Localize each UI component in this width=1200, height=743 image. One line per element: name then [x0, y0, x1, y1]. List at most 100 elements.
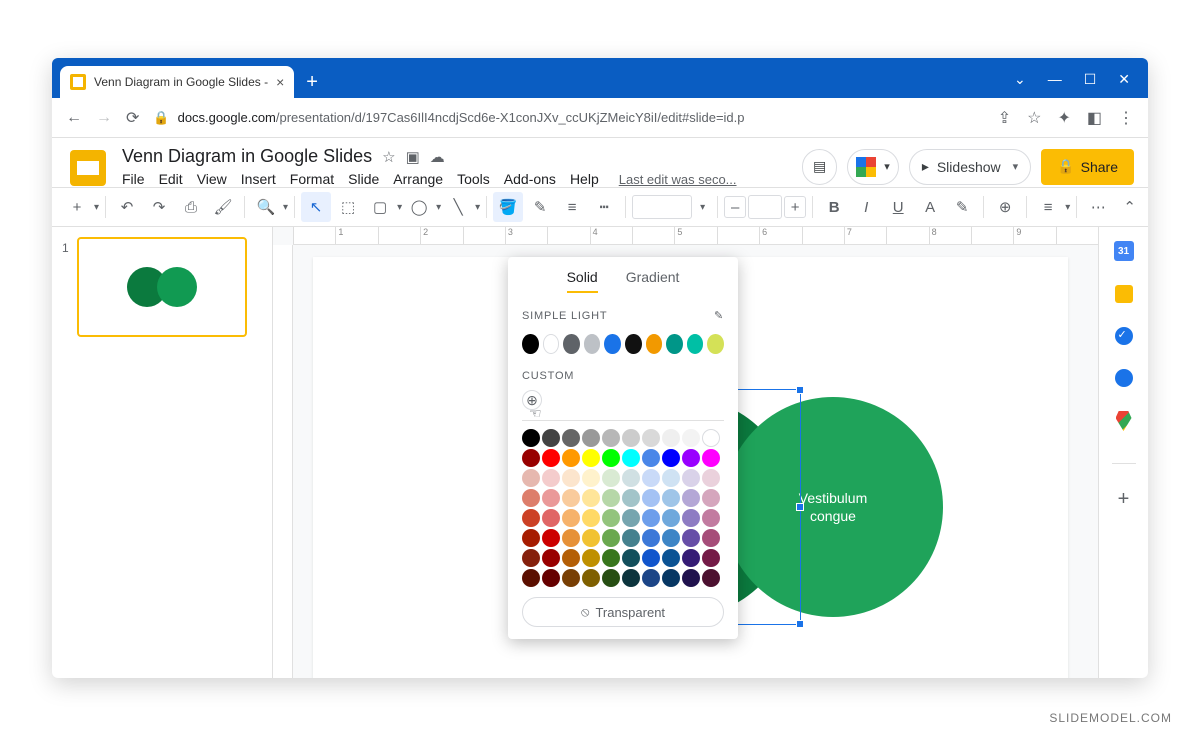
color-swatch[interactable] [562, 549, 580, 567]
color-swatch[interactable] [702, 529, 720, 547]
color-swatch[interactable] [542, 469, 560, 487]
new-tab-button[interactable]: + [306, 71, 318, 94]
theme-swatch[interactable] [584, 334, 601, 354]
color-swatch[interactable] [702, 489, 720, 507]
add-addon-button[interactable]: + [1118, 488, 1130, 511]
color-swatch[interactable] [622, 509, 640, 527]
add-custom-color-button[interactable]: ⊕ ☜ [522, 390, 542, 410]
color-swatch[interactable] [642, 429, 660, 447]
color-swatch[interactable] [522, 569, 540, 587]
share-button[interactable]: 🔒 Share [1041, 149, 1134, 185]
color-swatch[interactable] [642, 569, 660, 587]
color-swatch[interactable] [602, 509, 620, 527]
menu-arrange[interactable]: Arrange [393, 171, 443, 187]
color-swatch[interactable] [702, 429, 720, 447]
color-swatch[interactable] [642, 529, 660, 547]
theme-swatch[interactable] [687, 334, 704, 354]
transparent-button[interactable]: ⦸ Transparent [522, 597, 724, 627]
theme-swatch[interactable] [543, 334, 560, 354]
color-swatch[interactable] [582, 529, 600, 547]
color-swatch[interactable] [542, 489, 560, 507]
color-swatch[interactable] [522, 469, 540, 487]
color-swatch[interactable] [702, 469, 720, 487]
doc-title[interactable]: Venn Diagram in Google Slides [122, 146, 372, 167]
color-swatch[interactable] [522, 429, 540, 447]
line-tool[interactable]: ╲ [443, 192, 473, 222]
theme-swatch[interactable] [563, 334, 580, 354]
star-icon[interactable]: ☆ [382, 148, 395, 166]
edit-theme-icon[interactable]: ✎ [714, 309, 724, 322]
color-swatch[interactable] [662, 429, 680, 447]
border-color-button[interactable]: ✎ [525, 192, 555, 222]
select-tool[interactable]: ↖ [301, 192, 331, 222]
menu-slide[interactable]: Slide [348, 171, 379, 187]
venn-circle-right[interactable]: Vestibulum congue [723, 397, 943, 617]
more-button[interactable]: ⋯ [1083, 192, 1113, 222]
keep-icon[interactable] [1115, 285, 1133, 303]
new-slide-button[interactable]: + [62, 192, 92, 222]
color-swatch[interactable] [622, 489, 640, 507]
textbox-tool[interactable]: ⬚ [333, 192, 363, 222]
color-swatch[interactable] [662, 569, 680, 587]
theme-swatch[interactable] [646, 334, 663, 354]
move-icon[interactable]: ▣ [406, 148, 420, 166]
account-icon[interactable]: ◧ [1087, 108, 1102, 128]
filmstrip[interactable]: 1 [52, 227, 272, 678]
color-swatch[interactable] [682, 429, 700, 447]
color-swatch[interactable] [662, 509, 680, 527]
font-size-input[interactable] [748, 195, 782, 219]
bold-button[interactable]: B [819, 192, 849, 222]
color-swatch[interactable] [662, 449, 680, 467]
color-swatch[interactable] [682, 469, 700, 487]
insert-link-button[interactable]: ⊕ [990, 192, 1020, 222]
color-swatch[interactable] [622, 429, 640, 447]
color-swatch[interactable] [662, 549, 680, 567]
color-swatch[interactable] [582, 549, 600, 567]
bookmark-icon[interactable]: ☆ [1027, 108, 1041, 128]
menu-view[interactable]: View [197, 171, 227, 187]
close-tab-icon[interactable]: × [276, 74, 284, 90]
color-swatch[interactable] [602, 549, 620, 567]
align-button[interactable]: ≡ [1033, 192, 1063, 222]
menu-icon[interactable]: ⋮ [1118, 108, 1134, 128]
collapse-toolbar-icon[interactable]: ⌃ [1123, 198, 1136, 216]
fill-color-button[interactable]: 🪣 [493, 192, 523, 222]
color-swatch[interactable] [602, 489, 620, 507]
color-swatch[interactable] [622, 569, 640, 587]
color-swatch[interactable] [562, 469, 580, 487]
last-edit-label[interactable]: Last edit was seco... [619, 172, 737, 187]
color-swatch[interactable] [522, 549, 540, 567]
color-swatch[interactable] [642, 469, 660, 487]
menu-format[interactable]: Format [290, 171, 334, 187]
color-swatch[interactable] [542, 529, 560, 547]
slide-thumbnail[interactable] [77, 237, 247, 337]
color-swatch[interactable] [582, 469, 600, 487]
color-swatch[interactable] [622, 549, 640, 567]
highlight-button[interactable]: ✎ [947, 192, 977, 222]
color-swatch[interactable] [542, 569, 560, 587]
color-swatch[interactable] [622, 449, 640, 467]
minimize-icon[interactable]: ― [1048, 71, 1062, 88]
color-swatch[interactable] [562, 449, 580, 467]
contacts-icon[interactable] [1115, 369, 1133, 387]
theme-swatch[interactable] [625, 334, 642, 354]
color-swatch[interactable] [602, 529, 620, 547]
color-swatch[interactable] [562, 489, 580, 507]
theme-swatch[interactable] [604, 334, 621, 354]
comments-button[interactable]: ▤ [802, 149, 837, 185]
extensions-icon[interactable]: ✦ [1057, 108, 1070, 128]
font-family-select[interactable] [632, 195, 692, 219]
color-swatch[interactable] [662, 469, 680, 487]
color-swatch[interactable] [522, 489, 540, 507]
color-swatch[interactable] [622, 529, 640, 547]
color-swatch[interactable] [602, 429, 620, 447]
color-swatch[interactable] [582, 569, 600, 587]
menu-add-ons[interactable]: Add-ons [504, 171, 556, 187]
color-swatch[interactable] [522, 529, 540, 547]
color-swatch[interactable] [642, 449, 660, 467]
chevron-down-icon[interactable]: ⌄ [1014, 71, 1026, 88]
back-icon[interactable]: ← [66, 109, 82, 127]
color-swatch[interactable] [582, 509, 600, 527]
meet-button[interactable]: ▾ [847, 149, 899, 185]
color-swatch[interactable] [702, 569, 720, 587]
